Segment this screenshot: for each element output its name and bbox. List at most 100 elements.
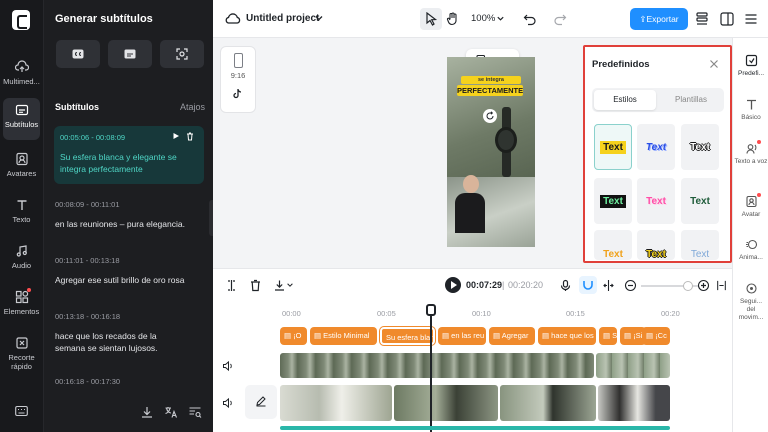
cue-text[interactable]: en las reuniones – pura elegancia. [55,218,205,230]
tiktok-icon[interactable] [233,88,243,99]
preset-style-tile[interactable]: Text [681,230,719,260]
subtitle-cue[interactable]: 00:13:18 - 00:16:18 hace que los recados… [55,312,205,354]
zoom-in-icon[interactable] [697,279,710,292]
rail-item-multimedia[interactable]: Multimed... [0,60,43,86]
rail-tab-presets[interactable]: Predefi... [733,54,768,78]
cue-text[interactable]: Agregar ese sutil brillo de oro rosa [55,274,205,286]
auto-snap-button[interactable] [579,276,597,294]
rail-tab-avatar[interactable]: Avatar [733,195,768,219]
rail-label: Subtítulos [4,120,39,129]
subtitle-clip[interactable]: ▤ Estilo Minimal [310,327,377,345]
main-video-clip[interactable] [394,385,498,421]
tab-styles[interactable]: Estilos [594,90,656,110]
volume-icon[interactable] [222,397,234,409]
preset-style-tile[interactable]: Text [637,178,675,224]
preset-style-tile[interactable]: Text [681,124,719,170]
download-icon[interactable] [140,405,154,419]
rail-item-subtitles[interactable]: Subtítulos [3,98,40,140]
cover-edit-button[interactable] [245,385,277,419]
overlay-video-clip[interactable] [596,353,670,378]
play-button[interactable] [445,277,461,293]
trash-icon[interactable] [249,279,262,292]
zoom-out-icon[interactable] [624,279,637,292]
rail-tab-text-to-speech[interactable]: Texto a voz [733,142,768,166]
preset-style-tile[interactable]: Text [594,124,632,170]
preset-style-tile[interactable]: Text [681,178,719,224]
new-badge-dot [27,288,31,292]
subtitle-clip[interactable]: ▤ ¡O [280,327,307,345]
zoom-slider-knob[interactable] [683,281,693,291]
rail-tab-motion-tracking[interactable]: Segui... del movim... [733,282,768,322]
trash-icon[interactable] [186,132,194,141]
zoom-level[interactable]: 100% [471,13,495,24]
preset-style-tile[interactable]: Text [594,178,632,224]
add-subtitle-button[interactable] [56,40,100,68]
hand-icon[interactable] [445,11,461,27]
preset-style-tile[interactable]: Text [637,230,675,260]
auto-caption-button[interactable] [160,40,204,68]
subtitle-cue[interactable]: 00:16:18 - 00:17:30 [55,377,205,395]
caption-main-line[interactable]: PERFECTAMENTE [457,85,523,96]
subtitle-cue[interactable]: 00:11:01 - 00:13:18 Agregar ese sutil br… [55,256,205,286]
subtitle-cue-selected[interactable]: 00:05:06 - 00:08:09 Su esfera blanca y e… [54,126,204,184]
fit-timeline-icon[interactable] [716,279,727,292]
rail-item-quick-cut[interactable]: Recorte rápido [0,336,43,371]
main-video-clip[interactable] [280,385,392,421]
chevron-down-icon[interactable] [314,13,324,23]
left-rail: Multimed... Subtítulos Avatares Texto Au… [0,0,43,432]
audio-track-bar[interactable] [280,426,670,430]
subtitle-clip-selected[interactable]: Su esfera blar [379,326,436,346]
cue-text[interactable]: Su esfera blanca y elegante se integra p… [60,151,198,175]
chevron-down-icon[interactable] [496,14,505,23]
preset-style-tile[interactable]: Text [594,230,632,260]
ruler-label: 00:05 [377,309,396,318]
subtitle-cue[interactable]: 00:08:09 - 00:11:01 en las reuniones – p… [55,200,205,230]
select-tool-button[interactable] [420,8,442,30]
microphone-icon[interactable] [559,279,572,292]
main-video-clip[interactable] [500,385,596,421]
layers-icon[interactable] [694,11,710,27]
find-replace-icon[interactable] [188,405,202,419]
preset-style-tile[interactable]: Text [637,124,675,170]
panel-layout-icon[interactable] [719,11,735,27]
app-logo[interactable] [12,10,30,30]
rail-item-text[interactable]: Texto [0,198,43,224]
caption-style-button[interactable] [108,40,152,68]
download-icon[interactable] [273,279,286,292]
play-icon[interactable] [172,132,180,140]
rail-tab-animation[interactable]: Anima... [733,238,768,262]
redo-icon[interactable] [552,11,568,27]
playhead-handle[interactable] [426,304,436,316]
caption-top-line[interactable]: se integra [461,76,521,84]
rail-item-elements[interactable]: Elementos [0,290,43,316]
rail-item-avatars[interactable]: Avatares [0,152,43,178]
aspect-ratio-panel[interactable]: 9:16 [220,46,256,113]
split-screen-icon[interactable] [602,279,615,292]
main-video-clip[interactable] [598,385,670,421]
rotate-handle[interactable] [483,109,497,123]
undo-icon[interactable] [522,11,538,27]
subtitle-clip[interactable]: ▤ Agregar [489,327,535,345]
cue-text[interactable]: hace que los recados de la semana se sie… [55,330,173,354]
project-title[interactable]: Untitled project [246,13,319,24]
avatar-icon [15,152,28,166]
export-button[interactable]: ⇪Exportar [630,8,688,30]
split-icon[interactable] [225,279,238,292]
shortcuts-link[interactable]: Atajos [180,102,205,112]
close-icon[interactable] [709,59,719,69]
chevron-down-icon[interactable] [286,281,294,289]
playhead[interactable] [430,309,432,432]
tab-templates[interactable]: Plantillas [660,90,722,110]
volume-icon[interactable] [222,360,234,372]
subtitle-clip[interactable]: ▤ ¡Cc [642,327,670,345]
rail-item-audio[interactable]: Audio [0,244,43,270]
subtitle-clip[interactable]: ▤ Si [599,327,617,345]
keyboard-icon[interactable] [15,405,28,417]
menu-icon[interactable] [743,11,759,27]
rail-tab-basic[interactable]: Básico [733,98,768,122]
overlay-video-clip[interactable] [280,353,594,378]
video-preview[interactable]: se integra PERFECTAMENTE [447,57,535,247]
translate-icon[interactable] [164,405,178,419]
subtitle-clip[interactable]: ▤ hace que los [538,327,596,345]
subtitle-clip[interactable]: ▤ en las reu [438,327,486,345]
